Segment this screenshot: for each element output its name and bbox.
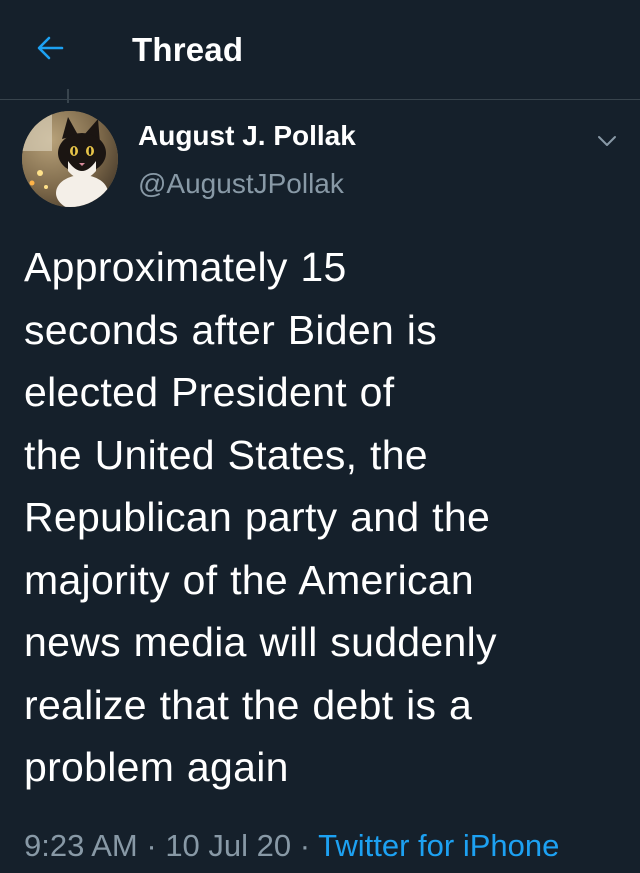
- author-name[interactable]: August J. Pollak: [138, 116, 356, 156]
- chevron-down-icon: [598, 136, 616, 146]
- tweet-source-link[interactable]: Twitter for iPhone: [318, 828, 559, 863]
- author-handle[interactable]: @AugustJPollak: [138, 164, 344, 204]
- page-title: Thread: [132, 31, 244, 68]
- tweet-text-line: majority of the American: [24, 556, 474, 603]
- tweet-text-line: problem again: [24, 744, 289, 790]
- tweet-time[interactable]: 9:23 AM: [24, 828, 138, 863]
- tweet-text-line: Republican party and the: [24, 494, 491, 540]
- avatar[interactable]: [22, 111, 118, 207]
- back-arrow-icon: [37, 36, 64, 60]
- tweet-text: Approximately 15 seconds after Biden is …: [24, 236, 620, 799]
- tweet-text-line: Approximately 15: [24, 244, 347, 290]
- tweet-text-line: the United States, the: [24, 431, 428, 478]
- tweet-text-line: news media will suddenly: [24, 619, 497, 665]
- tweet-options-button[interactable]: [590, 124, 624, 158]
- meta-separator: ·: [291, 828, 319, 863]
- tweet-date[interactable]: 10 Jul 20: [165, 828, 291, 863]
- thread-connector-line: [67, 89, 69, 103]
- tweet-text-line: seconds after Biden is: [24, 306, 437, 353]
- tweet-text-line: realize that the debt is a: [24, 681, 473, 728]
- back-button[interactable]: [30, 28, 70, 68]
- thread-header: Thread: [0, 0, 640, 100]
- avatar-cat-image: [22, 111, 118, 207]
- tweet-text-line: elected President of: [24, 369, 395, 415]
- meta-separator: ·: [137, 828, 166, 863]
- tweet-metadata: 9:23 AM · 10 Jul 20 · Twitter for iPhone: [24, 824, 559, 868]
